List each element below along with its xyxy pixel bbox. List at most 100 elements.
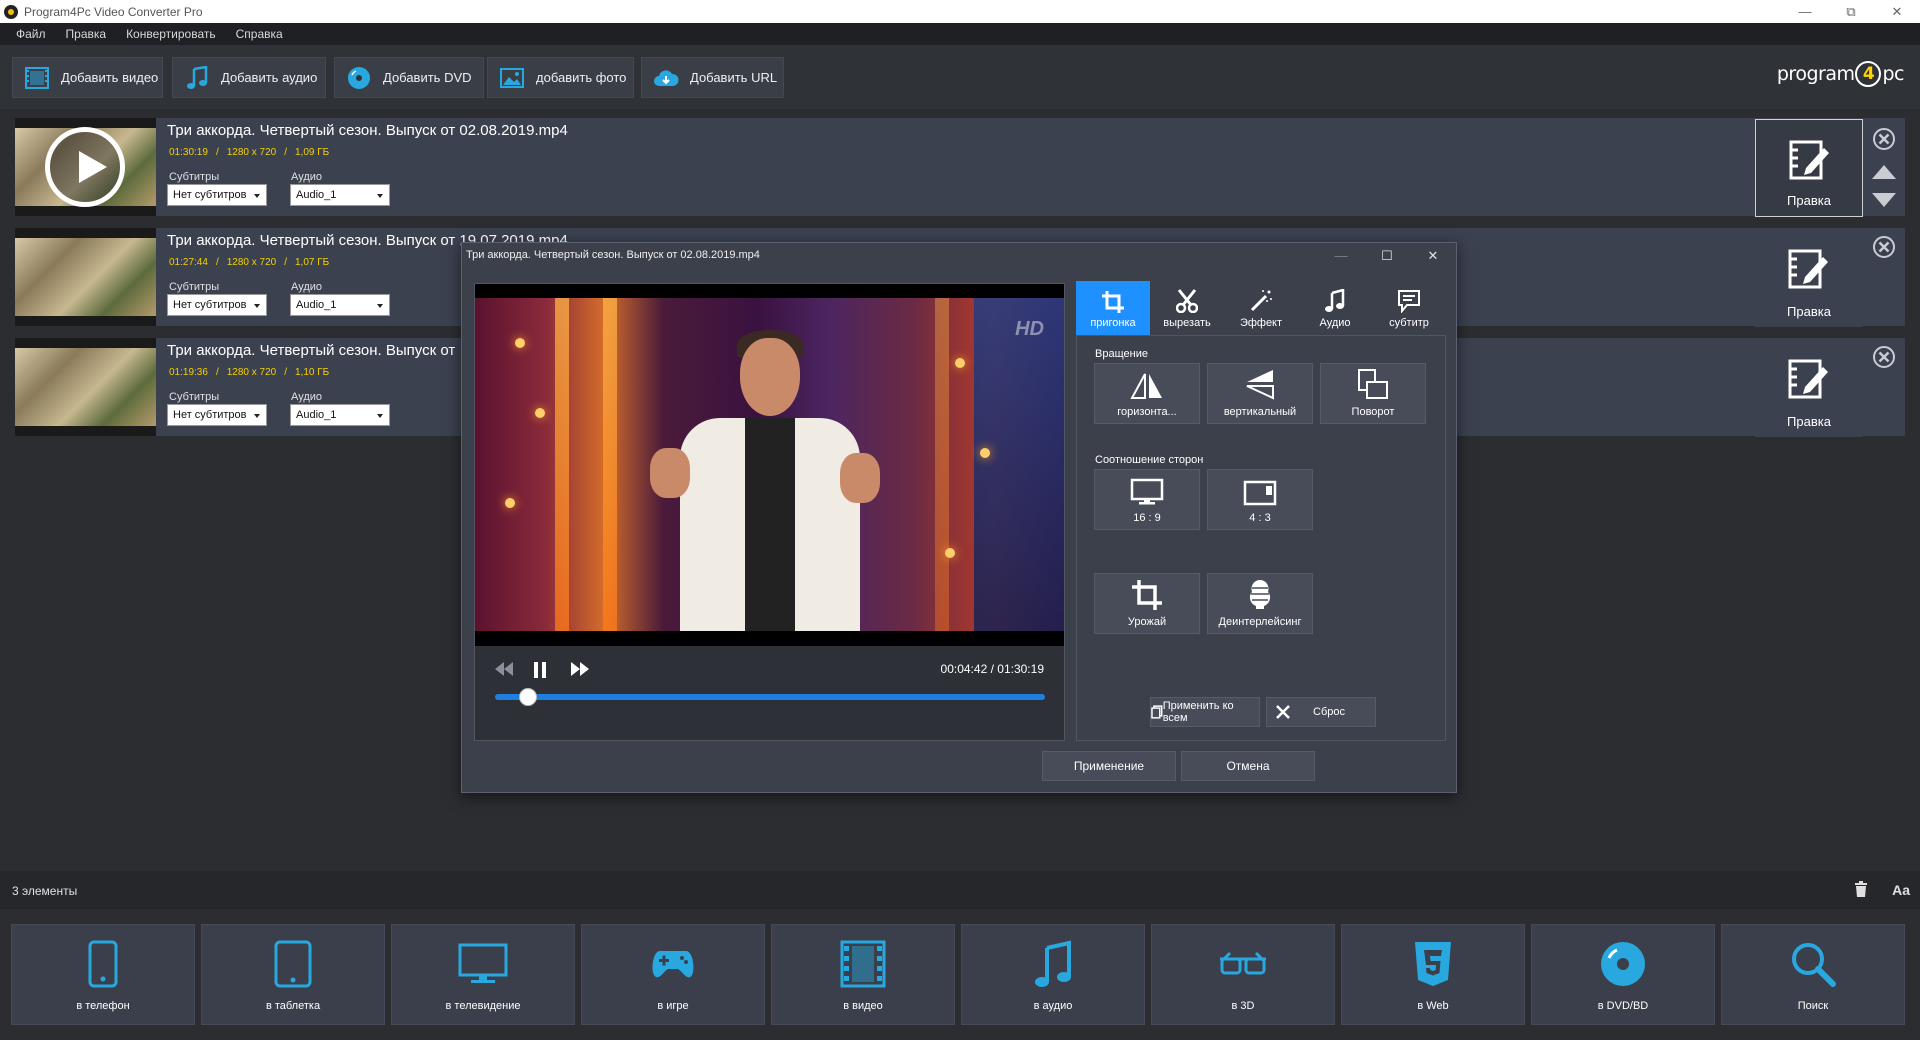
- audio-select[interactable]: Audio_1: [290, 404, 390, 426]
- tab-audio[interactable]: Аудио: [1298, 281, 1372, 335]
- tab-effect[interactable]: Эффект: [1224, 281, 1298, 335]
- file-row[interactable]: Три аккорда. Четвертый сезон. Выпуск от …: [15, 118, 1905, 216]
- cancel-button[interactable]: Отмена: [1181, 751, 1315, 781]
- edit-dialog: Три аккорда. Четвертый сезон. Выпуск от …: [461, 242, 1457, 793]
- menu-convert[interactable]: Конвертировать: [116, 27, 226, 41]
- file-meta: 01:27:44/1280 x 720/1,07 ГБ: [169, 257, 330, 268]
- remove-icon[interactable]: [1872, 235, 1896, 259]
- item-count: 3 элементы: [12, 884, 78, 898]
- seek-handle[interactable]: [519, 688, 537, 706]
- rewind-icon[interactable]: [495, 662, 513, 676]
- apply-to-all-label: Применить ко всем: [1162, 700, 1234, 724]
- menu-file[interactable]: Файл: [6, 27, 56, 41]
- minimize-button[interactable]: —: [1782, 0, 1828, 23]
- 3d-glasses-icon: [1218, 939, 1268, 989]
- add-dvd-label: Добавить DVD: [383, 70, 472, 85]
- fast-forward-icon[interactable]: [571, 662, 589, 676]
- trash-icon[interactable]: [1854, 881, 1868, 897]
- edit-button[interactable]: Правка: [1755, 229, 1863, 327]
- edit-icon: [1787, 357, 1831, 401]
- flip-horizontal-button[interactable]: горизонта...: [1094, 363, 1200, 424]
- move-up-icon[interactable]: [1872, 165, 1896, 179]
- edit-button[interactable]: Правка: [1755, 339, 1863, 437]
- disc-icon: [345, 64, 373, 92]
- audio-select[interactable]: Audio_1: [290, 294, 390, 316]
- title-bar: Program4Pc Video Converter Pro — ⧉ ✕: [0, 0, 1920, 23]
- pause-icon[interactable]: [533, 662, 547, 678]
- subtitles-select[interactable]: Нет субтитров: [167, 184, 267, 206]
- subtitles-label: Субтитры: [169, 391, 220, 403]
- add-audio-button[interactable]: Добавить аудио: [172, 57, 326, 98]
- font-size-button[interactable]: Aa: [1892, 882, 1910, 898]
- video-thumbnail[interactable]: [15, 118, 156, 216]
- remove-icon[interactable]: [1872, 345, 1896, 369]
- remove-icon[interactable]: [1872, 127, 1896, 151]
- target-game[interactable]: в игре: [581, 924, 765, 1025]
- rotate-button[interactable]: Поворот: [1320, 363, 1426, 424]
- cloud-download-icon: [652, 64, 680, 92]
- deinterlace-button[interactable]: Деинтерлейсинг: [1207, 573, 1313, 634]
- subtitles-label: Субтитры: [169, 171, 220, 183]
- add-url-label: Добавить URL: [690, 70, 778, 85]
- audio-label: Аудио: [291, 391, 323, 403]
- video-thumbnail[interactable]: [15, 228, 156, 326]
- target-tablet[interactable]: в таблетка: [201, 924, 385, 1025]
- dialog-close-button[interactable]: ✕: [1410, 243, 1456, 268]
- edit-label: Правка: [1787, 304, 1831, 319]
- player-controls: 00:04:42 / 01:30:19: [475, 646, 1064, 740]
- add-photo-button[interactable]: добавить фото: [487, 57, 634, 98]
- edit-icon: [1788, 138, 1832, 182]
- audio-select[interactable]: Audio_1: [290, 184, 390, 206]
- add-video-button[interactable]: Добавить видео: [12, 57, 163, 98]
- crop-panel: Вращение горизонта... вертикальный Повор…: [1076, 335, 1446, 741]
- target-web[interactable]: в Web: [1341, 924, 1525, 1025]
- audio-label: Аудио: [291, 281, 323, 293]
- add-video-label: Добавить видео: [61, 70, 159, 85]
- menu-edit[interactable]: Правка: [56, 27, 117, 41]
- aspect-16-9-button[interactable]: 16 : 9: [1094, 469, 1200, 530]
- music-note-icon: [1325, 281, 1345, 313]
- target-search[interactable]: Поиск: [1721, 924, 1905, 1025]
- move-down-icon[interactable]: [1872, 193, 1896, 207]
- restore-button[interactable]: ⧉: [1828, 0, 1874, 23]
- add-url-button[interactable]: Добавить URL: [641, 57, 784, 98]
- gamepad-icon: [650, 939, 696, 989]
- video-preview[interactable]: HD: [475, 284, 1064, 646]
- seek-bar[interactable]: [495, 688, 1045, 706]
- disc-icon: [1599, 939, 1647, 989]
- dialog-minimize-button[interactable]: —: [1318, 243, 1364, 268]
- edit-icon: [1787, 247, 1831, 291]
- target-video[interactable]: в видео: [771, 924, 955, 1025]
- reset-button[interactable]: Сброс: [1266, 697, 1376, 727]
- subtitles-select[interactable]: Нет субтитров: [167, 294, 267, 316]
- play-icon[interactable]: [45, 127, 125, 207]
- window-title: Program4Pc Video Converter Pro: [24, 4, 203, 19]
- dialog-maximize-button[interactable]: ☐: [1364, 243, 1410, 268]
- flip-vertical-icon: [1245, 364, 1275, 400]
- search-icon: [1790, 939, 1836, 989]
- add-dvd-button[interactable]: Добавить DVD: [334, 57, 484, 98]
- tab-subtitles[interactable]: субтитр: [1372, 281, 1446, 335]
- menu-help[interactable]: Справка: [226, 27, 293, 41]
- tv-icon: [458, 939, 508, 989]
- target-phone[interactable]: в телефон: [11, 924, 195, 1025]
- target-audio[interactable]: в аудио: [961, 924, 1145, 1025]
- tab-cut[interactable]: вырезать: [1150, 281, 1224, 335]
- edit-button[interactable]: Правка: [1755, 119, 1863, 217]
- crop-icon: [1132, 574, 1162, 610]
- tab-crop[interactable]: пригонка: [1076, 281, 1150, 335]
- subtitles-select[interactable]: Нет субтитров: [167, 404, 267, 426]
- target-3d[interactable]: в 3D: [1151, 924, 1335, 1025]
- video-thumbnail[interactable]: [15, 338, 156, 436]
- aspect-4-3-button[interactable]: 4 : 3: [1207, 469, 1313, 530]
- apply-to-all-button[interactable]: Применить ко всем: [1150, 697, 1260, 727]
- rotate-icon: [1357, 364, 1389, 400]
- phone-icon: [88, 939, 118, 989]
- tablet-icon: [274, 939, 312, 989]
- crop-button[interactable]: Урожай: [1094, 573, 1200, 634]
- flip-vertical-button[interactable]: вертикальный: [1207, 363, 1313, 424]
- close-button[interactable]: ✕: [1874, 0, 1920, 23]
- target-dvd[interactable]: в DVD/BD: [1531, 924, 1715, 1025]
- target-tv[interactable]: в телевидение: [391, 924, 575, 1025]
- apply-button[interactable]: Применение: [1042, 751, 1176, 781]
